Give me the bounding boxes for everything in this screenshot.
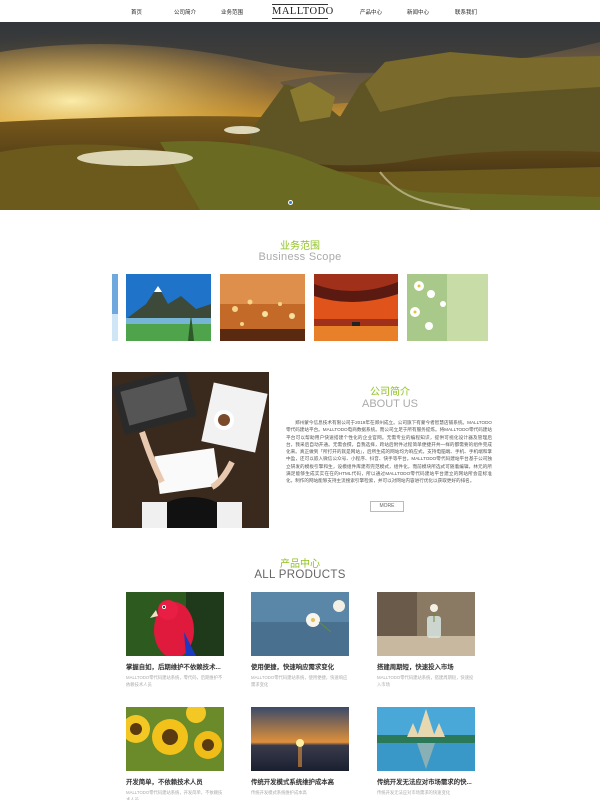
product-card[interactable]: 使用便捷，快速响应需求变化 MALLTODO零代码建站系统，使用便捷，快速响应需… <box>251 592 349 688</box>
about-description: 郑州蒙今信息技术有限公司于2019年在郑州成立。公司旗下有蒙今者智慧店铺系统。M… <box>286 420 492 484</box>
nav-item-contact[interactable]: 联系我们 <box>455 8 477 16</box>
product-card[interactable]: 开发简单，不依赖技术人员 MALLTODO零代码建站系统，开发简单，不依赖技术人… <box>126 707 224 800</box>
product-image-temple[interactable] <box>377 707 475 771</box>
products-title-cn: 产品中心 <box>280 559 320 570</box>
top-nav: 首页 公司简介 业务范围 MALLTODO 产品中心 新闻中心 联系我们 <box>0 0 600 22</box>
product-card[interactable]: 搭建周期短，快速投入市场 MALLTODO零代码建站系统，搭建周期短，快速投入市… <box>377 592 475 688</box>
logo[interactable]: MALLTODO <box>272 4 333 19</box>
scope-thumb-partial[interactable] <box>112 274 118 341</box>
nav-item-home[interactable]: 首页 <box>131 8 142 16</box>
hero-landscape-image <box>0 22 600 210</box>
products-title-en: ALL PRODUCTS <box>254 569 346 581</box>
product-card[interactable]: 传统开发无法应对市场需求的快... 传统开发无法应对市场需求的快速变化 <box>377 707 475 800</box>
product-desc: MALLTODO零代码建站系统，使用便捷，快速响应需求变化 <box>251 675 348 687</box>
product-title[interactable]: 使用便捷，快速响应需求变化 <box>251 662 349 671</box>
product-image-parrot[interactable] <box>126 592 224 656</box>
product-title[interactable]: 开发简单，不依赖技术人员 <box>126 777 224 786</box>
about-image <box>112 372 269 528</box>
more-button[interactable]: MORE <box>370 501 404 512</box>
product-title[interactable]: 传统开发模式系统维护成本高 <box>251 777 349 786</box>
product-image-flower-wood[interactable] <box>251 592 349 656</box>
product-desc: MALLTODO零代码建站系统，开发简单，不依赖技术人员 <box>126 790 223 800</box>
product-desc: MALLTODO零代码建站系统，零代码，后期维护不依赖技术人员 <box>126 675 223 687</box>
nav-item-news[interactable]: 新闻中心 <box>407 8 429 16</box>
product-image-sea-sunset[interactable] <box>251 707 349 771</box>
product-image-vase[interactable] <box>377 592 475 656</box>
product-desc: 传统开发无法应对市场需求的快速变化 <box>377 790 451 795</box>
product-card[interactable]: 掌握自如，后期维护不依赖技术... MALLTODO零代码建站系统，零代码，后期… <box>126 592 224 688</box>
nav-item-products[interactable]: 产品中心 <box>360 8 382 16</box>
product-title[interactable]: 掌握自如，后期维护不依赖技术... <box>126 662 224 671</box>
scope-thumb-sunset[interactable] <box>314 274 398 341</box>
product-image-sunflowers[interactable] <box>126 707 224 771</box>
product-title[interactable]: 搭建周期短，快速投入市场 <box>377 662 475 671</box>
about-title-en: ABOUT US <box>361 398 419 410</box>
scope-thumb-mountain[interactable] <box>126 274 211 341</box>
nav-item-scope[interactable]: 业务范围 <box>221 8 243 16</box>
product-desc: 传统开发模式系统维护成本高 <box>251 790 307 795</box>
product-desc: MALLTODO零代码建站系统，搭建周期短，快速投入市场 <box>377 675 474 687</box>
hero-slide-indicator[interactable] <box>288 200 293 205</box>
scope-title-en: Business Scope <box>258 251 342 263</box>
scope-thumb-flowers[interactable] <box>220 274 305 341</box>
scope-title-cn: 业务范围 <box>280 241 320 252</box>
scope-thumb-blossom[interactable] <box>407 274 488 341</box>
product-title[interactable]: 传统开发无法应对市场需求的快... <box>377 777 475 786</box>
about-title-cn: 公司简介 <box>370 387 410 398</box>
hero-banner <box>0 22 600 210</box>
nav-item-about[interactable]: 公司简介 <box>174 8 196 16</box>
product-card[interactable]: 传统开发模式系统维护成本高 传统开发模式系统维护成本高 <box>251 707 349 800</box>
